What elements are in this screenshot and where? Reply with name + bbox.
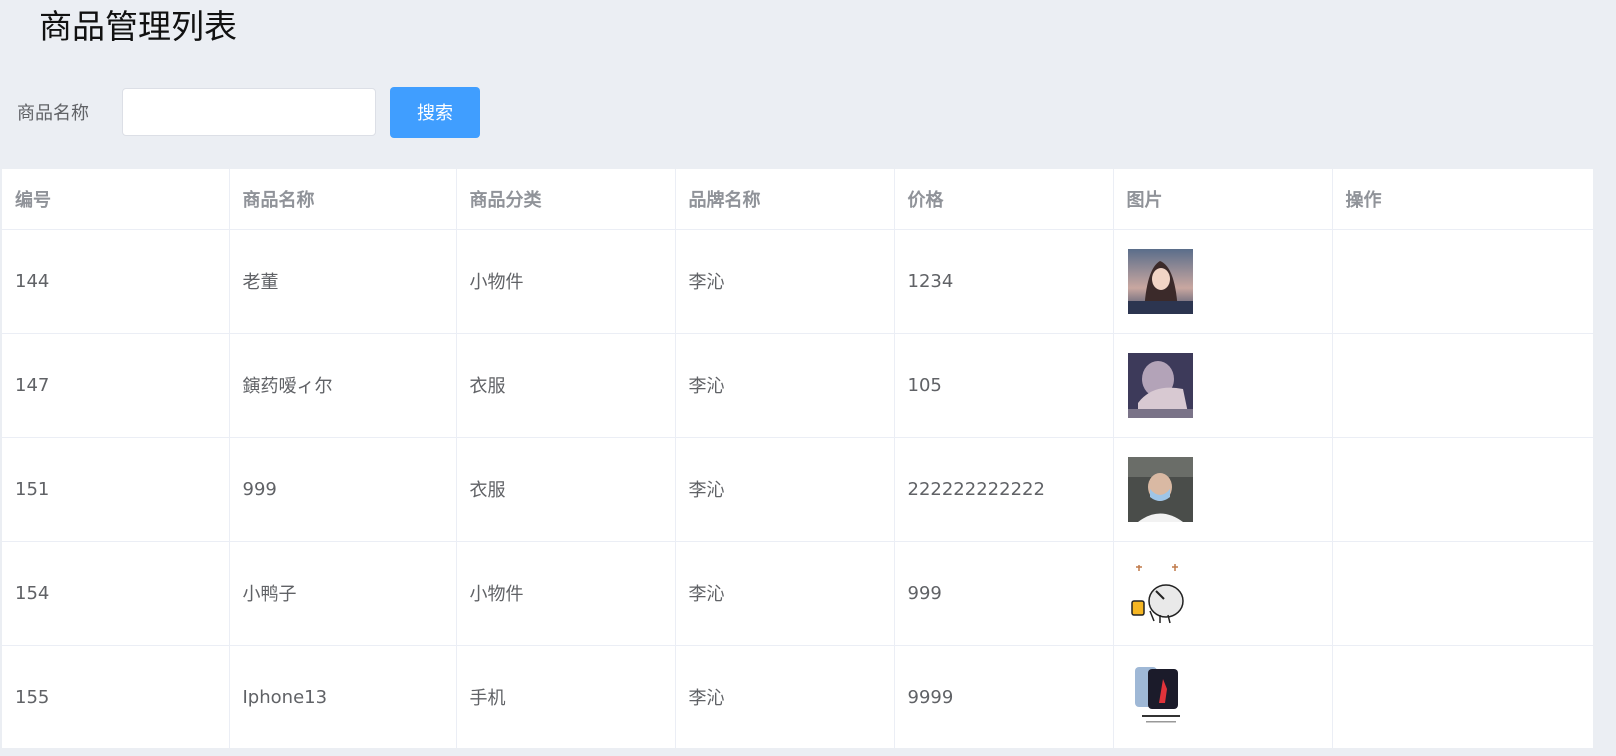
table-row: 147 鏔药嗳ィ尔 衣服 李沁 105: [2, 333, 1593, 438]
cell-actions: [1332, 229, 1593, 334]
cell-actions: [1332, 333, 1593, 438]
product-table: 编号 商品名称 商品分类 品牌名称 价格 图片 操作 144 老董 小物件 李沁…: [2, 169, 1593, 748]
anime-girl-photo: [1127, 248, 1193, 314]
column-header-actions: 操作: [1332, 169, 1593, 230]
cell-brand: 李沁: [675, 541, 895, 646]
cell-image: [1113, 333, 1333, 438]
cell-name: 鏔药嗳ィ尔: [229, 333, 457, 438]
cell-actions: [1332, 541, 1593, 646]
cell-id: 155: [2, 645, 230, 748]
column-header-image: 图片: [1113, 169, 1333, 230]
column-header-brand: 品牌名称: [675, 169, 895, 230]
cell-brand: 李沁: [675, 437, 895, 542]
cell-name: 老董: [229, 229, 457, 334]
cell-category: 小物件: [456, 541, 676, 646]
table-row: 154 小鸭子 小物件 李沁 999: [2, 541, 1593, 646]
cell-brand: 李沁: [675, 645, 895, 748]
column-header-price: 价格: [894, 169, 1114, 230]
cell-category: 衣服: [456, 333, 676, 438]
cell-image: [1113, 645, 1333, 748]
cell-image: [1113, 229, 1333, 334]
cell-name: 999: [229, 437, 457, 542]
duck-sticker: [1127, 560, 1193, 626]
cell-id: 154: [2, 541, 230, 646]
cell-category: 衣服: [456, 437, 676, 542]
cell-id: 147: [2, 333, 230, 438]
hand-portrait-photo: [1127, 352, 1193, 418]
search-button[interactable]: 搜索: [390, 86, 480, 138]
cell-price: 999: [894, 541, 1114, 646]
search-bar: 商品名称 搜索: [17, 86, 480, 138]
cell-actions: [1332, 645, 1593, 748]
cell-id: 151: [2, 437, 230, 542]
phone-product-photo: [1127, 664, 1193, 730]
product-name-search-input[interactable]: [122, 88, 376, 136]
search-label: 商品名称: [17, 103, 89, 124]
masked-person-photo: [1127, 456, 1193, 522]
cell-brand: 李沁: [675, 333, 895, 438]
page-title: 商品管理列表: [39, 7, 237, 46]
cell-id: 144: [2, 229, 230, 334]
cell-name: Iphone13: [229, 645, 457, 748]
table-row: 144 老董 小物件 李沁 1234: [2, 229, 1593, 334]
table-row: 155 Iphone13 手机 李沁 9999: [2, 645, 1593, 748]
cell-price: 222222222222: [894, 437, 1114, 542]
cell-brand: 李沁: [675, 229, 895, 334]
cell-actions: [1332, 437, 1593, 542]
table-header-row: 编号 商品名称 商品分类 品牌名称 价格 图片 操作: [2, 169, 1593, 230]
cell-name: 小鸭子: [229, 541, 457, 646]
cell-category: 手机: [456, 645, 676, 748]
cell-image: [1113, 541, 1333, 646]
cell-price: 105: [894, 333, 1114, 438]
cell-category: 小物件: [456, 229, 676, 334]
cell-image: [1113, 437, 1333, 542]
table-row: 151 999 衣服 李沁 222222222222: [2, 437, 1593, 542]
column-header-name: 商品名称: [229, 169, 457, 230]
cell-price: 9999: [894, 645, 1114, 748]
column-header-category: 商品分类: [456, 169, 676, 230]
column-header-id: 编号: [2, 169, 230, 230]
cell-price: 1234: [894, 229, 1114, 334]
